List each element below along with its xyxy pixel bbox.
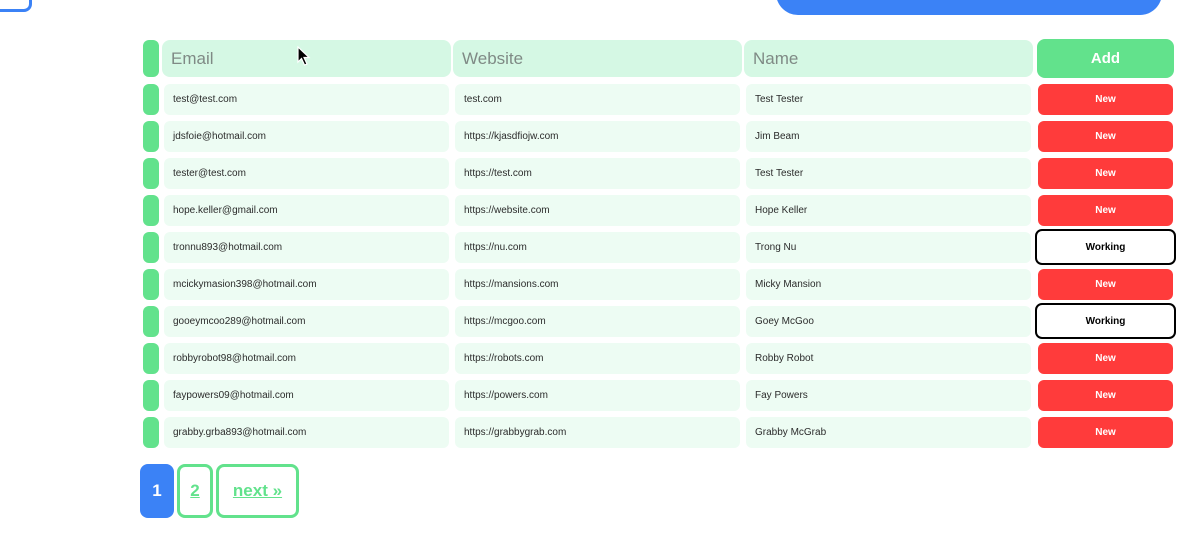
- email-cell: faypowers09@hotmail.com: [164, 380, 449, 411]
- status-badge[interactable]: New: [1038, 158, 1173, 189]
- name-cell: Fay Powers: [746, 380, 1031, 411]
- top-action-bar[interactable]: [776, 0, 1162, 15]
- status-badge[interactable]: Working: [1035, 229, 1176, 265]
- website-cell: https://powers.com: [455, 380, 740, 411]
- header-name: Name: [744, 40, 1033, 77]
- email-cell: gooeymcoo289@hotmail.com: [164, 306, 449, 337]
- email-cell: mcickymasion398@hotmail.com: [164, 269, 449, 300]
- page-2-button[interactable]: 2: [177, 464, 213, 518]
- email-cell: grabby.grba893@hotmail.com: [164, 417, 449, 448]
- website-cell: https://mcgoo.com: [455, 306, 740, 337]
- row-drag-handle[interactable]: [143, 380, 159, 411]
- header-website: Website: [453, 40, 742, 77]
- status-badge[interactable]: New: [1038, 343, 1173, 374]
- website-cell: https://kjasdfiojw.com: [455, 121, 740, 152]
- row-drag-handle[interactable]: [143, 232, 159, 263]
- row-drag-handle[interactable]: [143, 343, 159, 374]
- status-badge[interactable]: New: [1038, 269, 1173, 300]
- name-cell: Goey McGoo: [746, 306, 1031, 337]
- email-cell: test@test.com: [164, 84, 449, 115]
- name-cell: Test Tester: [746, 158, 1031, 189]
- row-drag-handle[interactable]: [143, 417, 159, 448]
- arrow-cursor-icon: [297, 46, 311, 66]
- website-cell: https://nu.com: [455, 232, 740, 263]
- row-drag-handle[interactable]: [143, 269, 159, 300]
- status-badge[interactable]: New: [1038, 380, 1173, 411]
- name-cell: Trong Nu: [746, 232, 1031, 263]
- name-cell: Hope Keller: [746, 195, 1031, 226]
- status-badge[interactable]: New: [1038, 121, 1173, 152]
- email-cell: tester@test.com: [164, 158, 449, 189]
- add-button[interactable]: Add: [1037, 39, 1174, 78]
- status-badge[interactable]: Working: [1035, 303, 1176, 339]
- row-drag-handle[interactable]: [143, 195, 159, 226]
- email-cell: jdsfoie@hotmail.com: [164, 121, 449, 152]
- website-cell: https://mansions.com: [455, 269, 740, 300]
- name-cell: Robby Robot: [746, 343, 1031, 374]
- status-badge[interactable]: New: [1038, 417, 1173, 448]
- website-cell: https://website.com: [455, 195, 740, 226]
- website-cell: https://robots.com: [455, 343, 740, 374]
- email-cell: tronnu893@hotmail.com: [164, 232, 449, 263]
- email-cell: robbyrobot98@hotmail.com: [164, 343, 449, 374]
- name-cell: Micky Mansion: [746, 269, 1031, 300]
- status-badge[interactable]: New: [1038, 84, 1173, 115]
- name-cell: Test Tester: [746, 84, 1031, 115]
- row-drag-handle[interactable]: [143, 84, 159, 115]
- row-drag-handle[interactable]: [143, 121, 159, 152]
- name-cell: Grabby McGrab: [746, 417, 1031, 448]
- header-drag-handle[interactable]: [143, 40, 159, 77]
- row-drag-handle[interactable]: [143, 158, 159, 189]
- website-cell: https://test.com: [455, 158, 740, 189]
- status-badge[interactable]: New: [1038, 195, 1173, 226]
- next-page-button[interactable]: next »: [216, 464, 299, 518]
- row-drag-handle[interactable]: [143, 306, 159, 337]
- email-cell: hope.keller@gmail.com: [164, 195, 449, 226]
- website-cell: https://grabbygrab.com: [455, 417, 740, 448]
- name-cell: Jim Beam: [746, 121, 1031, 152]
- website-cell: test.com: [455, 84, 740, 115]
- page-1-button[interactable]: 1: [140, 464, 174, 518]
- partial-button-top-left[interactable]: [0, 0, 32, 12]
